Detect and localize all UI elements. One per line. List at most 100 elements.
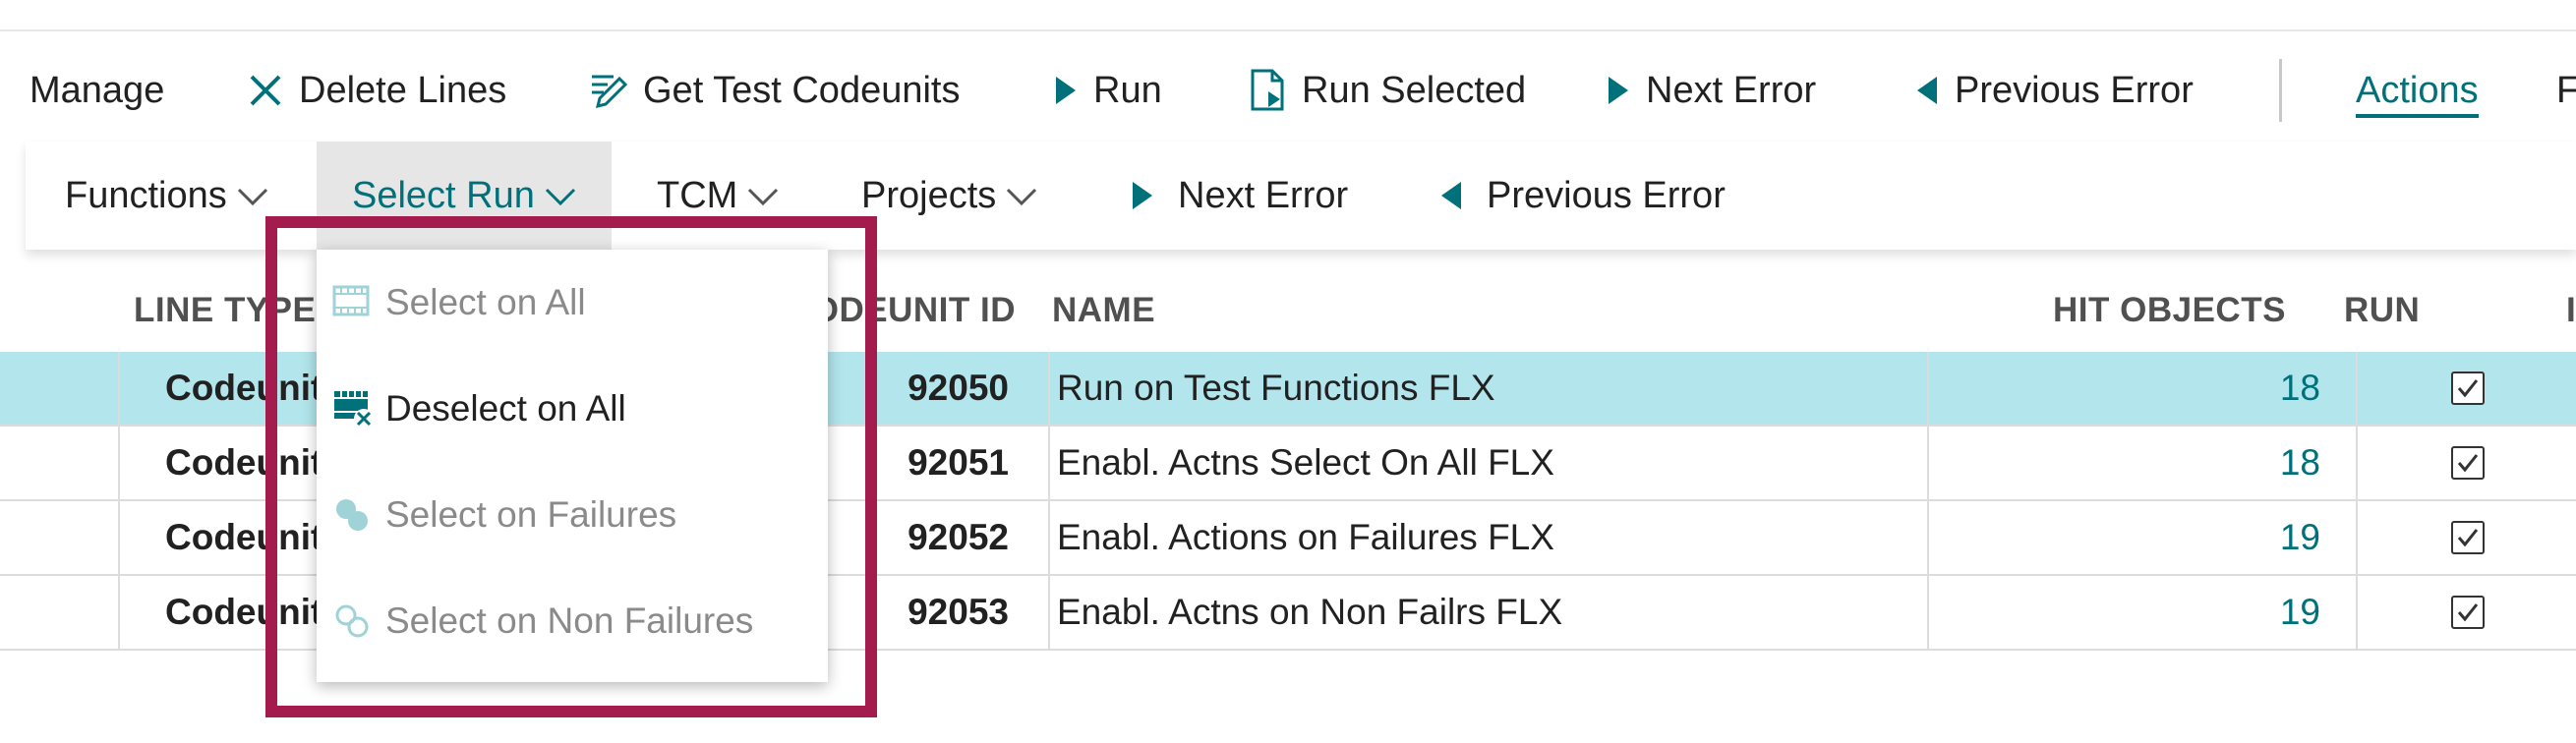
manage-tab[interactable]: Manage (29, 39, 164, 142)
select-on-failures-label: Select on Failures (385, 494, 677, 535)
next-error-label: Next Error (1646, 69, 1817, 111)
column-divider (118, 352, 120, 425)
column-header-line-type[interactable]: LINE TYPE (134, 275, 316, 346)
column-divider (1927, 427, 1929, 499)
line-type-cell: Codeunit (165, 368, 323, 408)
overflow-label: F (2556, 69, 2576, 111)
run-selected-label: Run Selected (1302, 69, 1527, 111)
action-bar: Manage Delete Lines Get Test Codeunits R… (0, 39, 2576, 142)
run-selected-button[interactable]: Run Selected (1249, 39, 1526, 142)
sub-previous-error-label: Previous Error (1487, 174, 1726, 216)
hit-objects-link[interactable]: 19 (2163, 576, 2320, 649)
hit-objects-link[interactable]: 18 (2163, 352, 2320, 425)
checkmark-icon (2457, 603, 2479, 622)
projects-menu[interactable]: Projects (861, 142, 1039, 250)
codeunit-id-cell: 92052 (907, 517, 1009, 557)
previous-error-button[interactable]: Previous Error (1913, 39, 2194, 142)
column-header-name[interactable]: NAME (1052, 275, 1155, 346)
sub-next-error-label: Next Error (1178, 174, 1349, 216)
deselect-all-icon (332, 387, 376, 430)
projects-label: Projects (861, 174, 997, 216)
overflow-tab[interactable]: F (2556, 39, 2576, 142)
line-type-cell: Codeunit (165, 517, 323, 557)
run-checkbox-cell (2448, 427, 2488, 499)
get-test-codeunits-label: Get Test Codeunits (643, 69, 961, 111)
failures-icon (332, 495, 372, 535)
name-cell: Enabl. Actns Select On All FLX (1057, 442, 1554, 483)
delete-lines-button[interactable]: Delete Lines (246, 39, 506, 142)
manage-label: Manage (29, 69, 165, 111)
column-divider (1048, 427, 1050, 499)
select-on-non-failures-item[interactable]: Select on Non Failures (317, 568, 828, 674)
tcm-label: TCM (657, 174, 738, 216)
previous-error-label: Previous Error (1955, 69, 2194, 111)
checkmark-icon (2457, 379, 2479, 398)
hit-objects-link[interactable]: 18 (2163, 427, 2320, 499)
column-divider (2356, 427, 2358, 499)
line-type-cell: Codeunit (165, 442, 323, 483)
column-divider (2356, 501, 2358, 574)
sub-action-bar: Functions Select Run TCM Projects Next E… (26, 142, 2576, 250)
actions-label: Actions (2356, 69, 2479, 111)
select-run-dropdown: Select on All Deselect on All Select on … (317, 250, 828, 682)
chevron-down-icon (543, 184, 578, 207)
deselect-on-all-item[interactable]: Deselect on All (317, 356, 828, 462)
codeunit-id-cell: 92050 (907, 368, 1009, 408)
select-on-all-item[interactable]: Select on All (317, 250, 828, 356)
run-checkbox[interactable] (2451, 596, 2485, 629)
chevron-down-icon (745, 184, 781, 207)
column-divider (1048, 576, 1050, 649)
delete-lines-label: Delete Lines (299, 69, 507, 111)
column-divider (1927, 576, 1929, 649)
top-divider (0, 29, 2576, 31)
sub-next-error-button[interactable]: Next Error (1129, 142, 1348, 250)
column-header-hit-objects[interactable]: HIT OBJECTS (2053, 275, 2286, 346)
run-checkbox-cell (2448, 501, 2488, 574)
previous-arrow-icon (1913, 75, 1941, 106)
run-checkbox-cell (2448, 352, 2488, 425)
run-checkbox[interactable] (2451, 446, 2485, 480)
line-type-cell: Codeunit (165, 592, 323, 632)
run-checkbox[interactable] (2451, 521, 2485, 554)
hit-objects-link[interactable]: 19 (2163, 501, 2320, 574)
non-failures-icon (332, 601, 372, 641)
column-divider (1048, 501, 1050, 574)
next-error-button[interactable]: Next Error (1605, 39, 1816, 142)
select-run-label: Select Run (352, 174, 535, 216)
run-button[interactable]: Run (1052, 39, 1162, 142)
column-divider (2356, 352, 2358, 425)
tcm-menu[interactable]: TCM (657, 142, 781, 250)
column-divider (118, 501, 120, 574)
checkmark-icon (2457, 454, 2479, 473)
functions-menu[interactable]: Functions (65, 142, 270, 250)
column-divider (118, 427, 120, 499)
get-codeunits-icon (586, 69, 629, 112)
column-divider (118, 576, 120, 649)
select-on-failures-item[interactable]: Select on Failures (317, 462, 828, 568)
select-all-icon (332, 283, 372, 322)
action-bar-separator (2279, 59, 2282, 122)
select-on-all-label: Select on All (385, 282, 586, 322)
column-divider (1927, 352, 1929, 425)
name-cell: Run on Test Functions FLX (1057, 368, 1495, 408)
run-checkbox[interactable] (2451, 372, 2485, 405)
name-cell: Enabl. Actns on Non Failrs FLX (1057, 592, 1563, 632)
chevron-down-icon (235, 184, 270, 207)
checkmark-icon (2457, 529, 2479, 547)
chevron-down-icon (1004, 184, 1039, 207)
actions-underline (2356, 114, 2479, 118)
select-run-menu[interactable]: Select Run (317, 142, 612, 250)
column-header-run[interactable]: RUN (2344, 275, 2420, 346)
column-divider (2356, 576, 2358, 649)
get-test-codeunits-button[interactable]: Get Test Codeunits (586, 39, 960, 142)
run-label: Run (1093, 69, 1162, 111)
sub-previous-error-button[interactable]: Previous Error (1437, 142, 1726, 250)
run-selected-icon (1249, 68, 1288, 113)
codeunit-id-cell: 92053 (907, 592, 1009, 632)
functions-label: Functions (65, 174, 227, 216)
close-x-icon (246, 71, 285, 110)
deselect-on-all-label: Deselect on All (385, 388, 626, 429)
actions-tab[interactable]: Actions (2356, 39, 2479, 142)
column-header-overflow[interactable]: I (2566, 275, 2576, 346)
select-on-non-failures-label: Select on Non Failures (385, 600, 754, 641)
